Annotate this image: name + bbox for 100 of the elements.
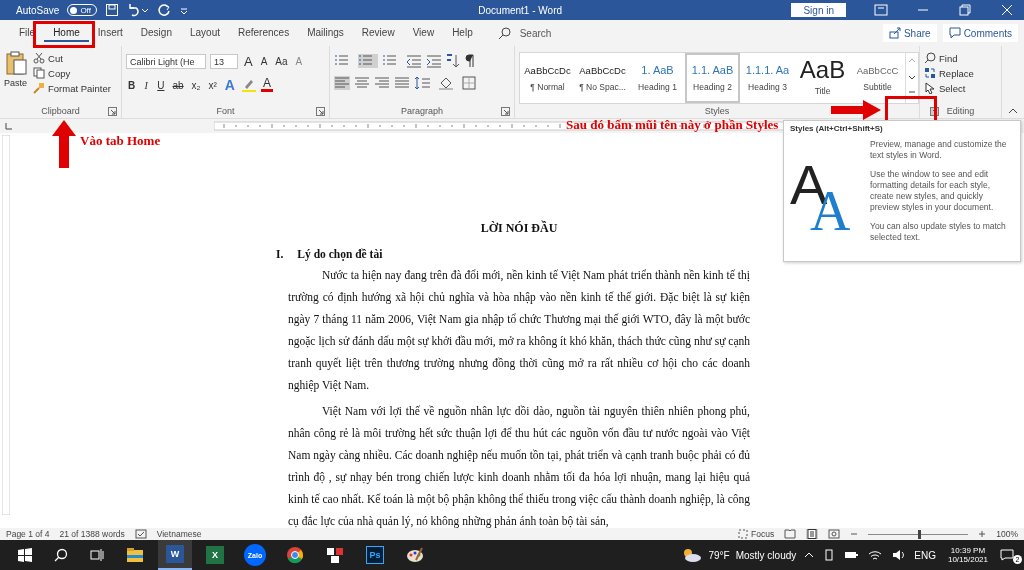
ribbon-tab[interactable]: Design [131,24,181,42]
device-icon[interactable] [824,549,835,561]
find-button[interactable]: Find [924,52,974,64]
shrink-font-button[interactable]: A [258,56,270,67]
grow-font-button[interactable]: A [242,54,255,69]
close-icon[interactable] [1000,4,1014,16]
tooltip-text: You can also update styles to match selected text. [870,221,1007,243]
dialog-launcher-icon[interactable] [501,107,510,116]
style-item[interactable]: AaBbCcDc ¶ No Spac... [575,53,630,103]
ribbon-tab[interactable]: Layout [180,24,229,42]
ribbon-tab[interactable]: References [229,24,299,42]
browser-icon[interactable] [286,546,304,564]
cursor-icon [924,82,936,94]
excel-app-icon[interactable]: X [206,546,224,564]
replace-button[interactable]: Replace [924,67,974,79]
format-button[interactable]: I [141,79,152,91]
format-button[interactable]: ab [170,79,186,91]
wifi-icon[interactable] [868,549,883,561]
battery-icon[interactable] [844,550,859,560]
print-layout-icon[interactable] [806,529,819,539]
weather-text[interactable]: Mostly cloudy [735,549,797,561]
increase-indent-icon[interactable] [426,54,442,68]
ribbon-tab[interactable]: Review [352,24,404,42]
comments-button[interactable]: Comments [942,24,1018,42]
clock-time[interactable]: 10:39 PM [950,546,986,555]
sign-in-button[interactable]: Sign in [791,3,846,17]
slider-thumb[interactable] [918,529,922,539]
windows-start-icon[interactable] [18,548,32,562]
language-indicator[interactable]: Vietnamese [156,529,202,539]
search-icon[interactable] [54,548,68,562]
font-name-dropdown[interactable]: Calibri Light (He [126,54,206,69]
copy-button[interactable]: Copy [33,67,111,79]
text-effects-button[interactable]: A [222,77,237,93]
style-item[interactable]: 1.1. AaB Heading 2 [685,53,740,103]
redo-icon[interactable] [156,3,171,17]
up-arrow [52,120,76,168]
annotation-text: Vào tab Home [80,133,161,149]
font-color-button[interactable]: A [260,78,273,92]
task-view-icon[interactable] [90,548,104,562]
zoom-level[interactable]: 100% [996,529,1018,539]
word-count[interactable]: 21 of 1388 words [59,529,125,539]
highlighter-icon[interactable] [240,78,257,92]
format-button[interactable]: B [126,79,138,91]
format-button[interactable]: U [155,79,167,91]
ribbon-tab[interactable]: View [403,24,444,42]
share-button[interactable]: Share [882,24,937,42]
group-label: Paragraph [401,106,443,116]
ribbon-tab[interactable]: Insert [88,24,132,42]
clipboard-icon [4,50,27,76]
style-item[interactable]: AaBbCcDc ¶ Normal [520,53,575,103]
chevron-up-icon[interactable] [804,550,815,560]
save-icon[interactable] [104,3,119,17]
paste-button[interactable]: Paste [4,48,27,88]
style-item[interactable]: 1. AaB Heading 1 [630,53,685,103]
styles-launcher-icon[interactable] [930,107,939,116]
format-button[interactable]: x² [206,79,219,91]
dialog-launcher-icon[interactable] [108,107,117,116]
heading-number: I. [276,248,284,260]
format-painter-button[interactable]: Format Painter [33,82,111,94]
format-button[interactable]: x₂ [189,79,203,91]
web-layout-icon[interactable] [828,529,841,539]
ribbon-tab[interactable]: Mailings [298,24,353,42]
folder-icon[interactable] [126,546,144,564]
focus-button[interactable]: Focus [738,529,775,539]
collapse-ribbon-icon[interactable] [1008,106,1018,114]
right-arrow [831,100,881,120]
style-item[interactable]: AaBbCcC Subtitle [850,53,905,103]
app-icon[interactable] [326,546,344,564]
share-icon [888,27,901,39]
font-size-dropdown[interactable]: 13 [210,54,238,69]
input-language[interactable]: ENG [914,549,936,561]
style-item[interactable]: 1.1.1. Aa Heading 3 [740,53,795,103]
change-case-button[interactable]: Aa [273,56,290,67]
message-icon [1000,549,1014,561]
temperature[interactable]: 79°F [708,549,730,561]
photo-editor-icon[interactable]: Ps [366,546,384,564]
proofing-icon[interactable] [134,529,147,539]
word-app-icon[interactable]: W [166,545,184,563]
speaker-icon[interactable] [892,549,907,561]
select-button[interactable]: Select [924,82,974,94]
pilcrow-icon[interactable] [464,54,476,68]
dialog-launcher-icon[interactable] [316,107,325,116]
read-mode-icon[interactable] [784,529,797,539]
zoom-in-icon[interactable] [978,529,987,539]
clock-date[interactable]: 10/15/2021 [947,555,988,564]
style-item[interactable]: AaB Title [795,53,850,103]
search-field[interactable]: Search [517,26,602,40]
replace-icon [924,67,936,79]
undo-icon[interactable] [126,3,149,17]
ribbon-tab[interactable]: Help [443,24,482,42]
palette-icon[interactable] [406,546,424,564]
annotation-frame [33,21,95,48]
ribbon-display-icon[interactable] [874,4,888,16]
decrease-indent-icon[interactable] [406,54,422,68]
section-heading: Lý do chọn đề tài [297,248,383,260]
page-count[interactable]: Page 1 of 4 [6,529,50,539]
sort-icon[interactable] [446,54,460,68]
ribbon-tab[interactable]: Home [44,24,89,42]
cut-button[interactable]: Cut [33,52,111,64]
restore-icon[interactable] [958,4,972,16]
